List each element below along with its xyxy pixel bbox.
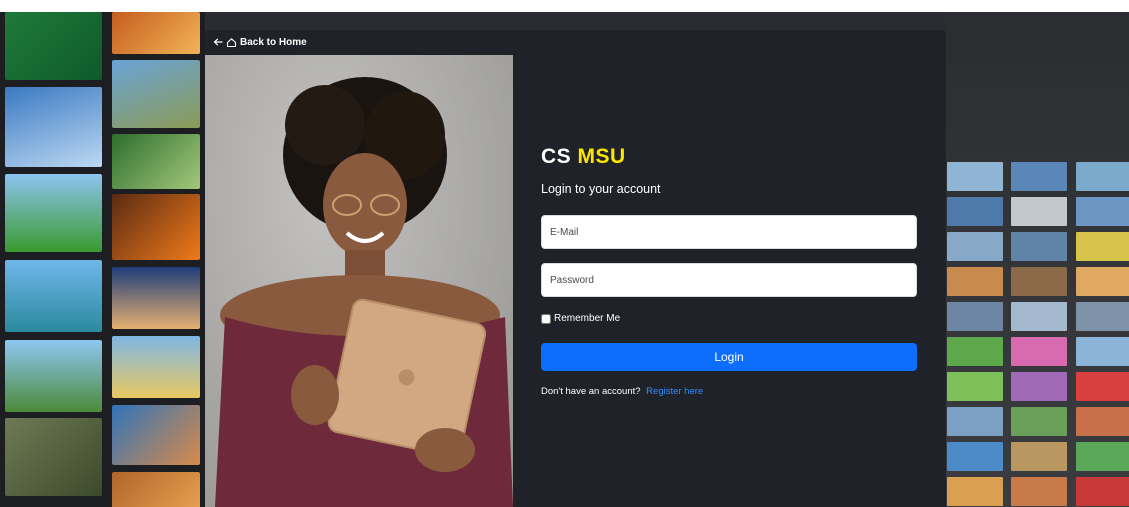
- bg-tile: [5, 260, 102, 332]
- bg-tile: [112, 12, 200, 54]
- home-icon: [226, 37, 237, 48]
- back-to-home-link[interactable]: Back to Home: [213, 34, 307, 50]
- bg-tile: [112, 405, 200, 465]
- brand-part1: CS: [541, 145, 572, 168]
- remember-me[interactable]: Remember Me: [541, 313, 620, 324]
- bg-tile: [1076, 407, 1129, 436]
- bg-tile: [1076, 302, 1129, 331]
- bg-tile: [112, 267, 200, 329]
- password-field[interactable]: [541, 263, 917, 297]
- bg-tile: [947, 302, 1003, 331]
- bg-tile: [1011, 267, 1067, 296]
- login-subtitle: Login to your account: [541, 182, 661, 196]
- bg-tile: [947, 372, 1003, 401]
- bg-tile: [5, 87, 102, 167]
- bg-tile: [5, 340, 102, 412]
- bg-tile: [112, 60, 200, 128]
- bg-tile: [112, 134, 200, 189]
- bg-tile: [1076, 162, 1129, 191]
- bg-tile: [947, 442, 1003, 471]
- bg-tile: [1011, 407, 1067, 436]
- bg-tile: [5, 418, 102, 496]
- bg-tile: [947, 162, 1003, 191]
- email-field[interactable]: [541, 215, 917, 249]
- bg-tile: [1011, 372, 1067, 401]
- bg-tile: [1076, 197, 1129, 226]
- bg-tile: [1076, 337, 1129, 366]
- bg-tile: [1076, 477, 1129, 506]
- bg-tile: [112, 472, 200, 507]
- login-button[interactable]: Login: [541, 343, 917, 371]
- bg-tile: [947, 197, 1003, 226]
- hero-photo: [205, 55, 513, 507]
- bg-tile: [1011, 302, 1067, 331]
- background-video-wall-right: [945, 12, 1129, 507]
- remember-me-checkbox[interactable]: [541, 313, 551, 324]
- bg-tile: [1011, 197, 1067, 226]
- bg-tile: [1011, 337, 1067, 366]
- bg-tile: [947, 477, 1003, 506]
- remember-me-label: Remember Me: [554, 313, 621, 324]
- bg-tile: [5, 174, 102, 252]
- back-to-home-label: Back to Home: [240, 36, 307, 48]
- bg-tile: [112, 194, 200, 260]
- register-row: Don't have an account? Register here: [541, 386, 703, 397]
- woman-with-tablet-illustration: [215, 77, 513, 507]
- bg-tile: [1076, 232, 1129, 261]
- background-video-wall-left: [0, 12, 205, 507]
- bg-tile: [1011, 442, 1067, 471]
- register-prompt: Don't have an account?: [541, 386, 641, 397]
- bg-tile: [1011, 162, 1067, 191]
- bg-tile: [947, 232, 1003, 261]
- top-strip: [0, 0, 1129, 12]
- bg-tile: [1011, 232, 1067, 261]
- bg-tile: [1011, 477, 1067, 506]
- bg-tile: [1076, 442, 1129, 471]
- bg-tile: [947, 407, 1003, 436]
- bg-tile: [947, 337, 1003, 366]
- bg-tile: [5, 12, 102, 80]
- bg-tile: [947, 267, 1003, 296]
- bg-tile: [112, 336, 200, 398]
- bg-tile: [1076, 372, 1129, 401]
- brand-logo: CS MSU: [541, 145, 626, 169]
- bg-tile: [1076, 267, 1129, 296]
- register-link[interactable]: Register here: [646, 386, 703, 397]
- brand-part2: MSU: [577, 145, 626, 168]
- arrow-left-icon: [213, 37, 223, 47]
